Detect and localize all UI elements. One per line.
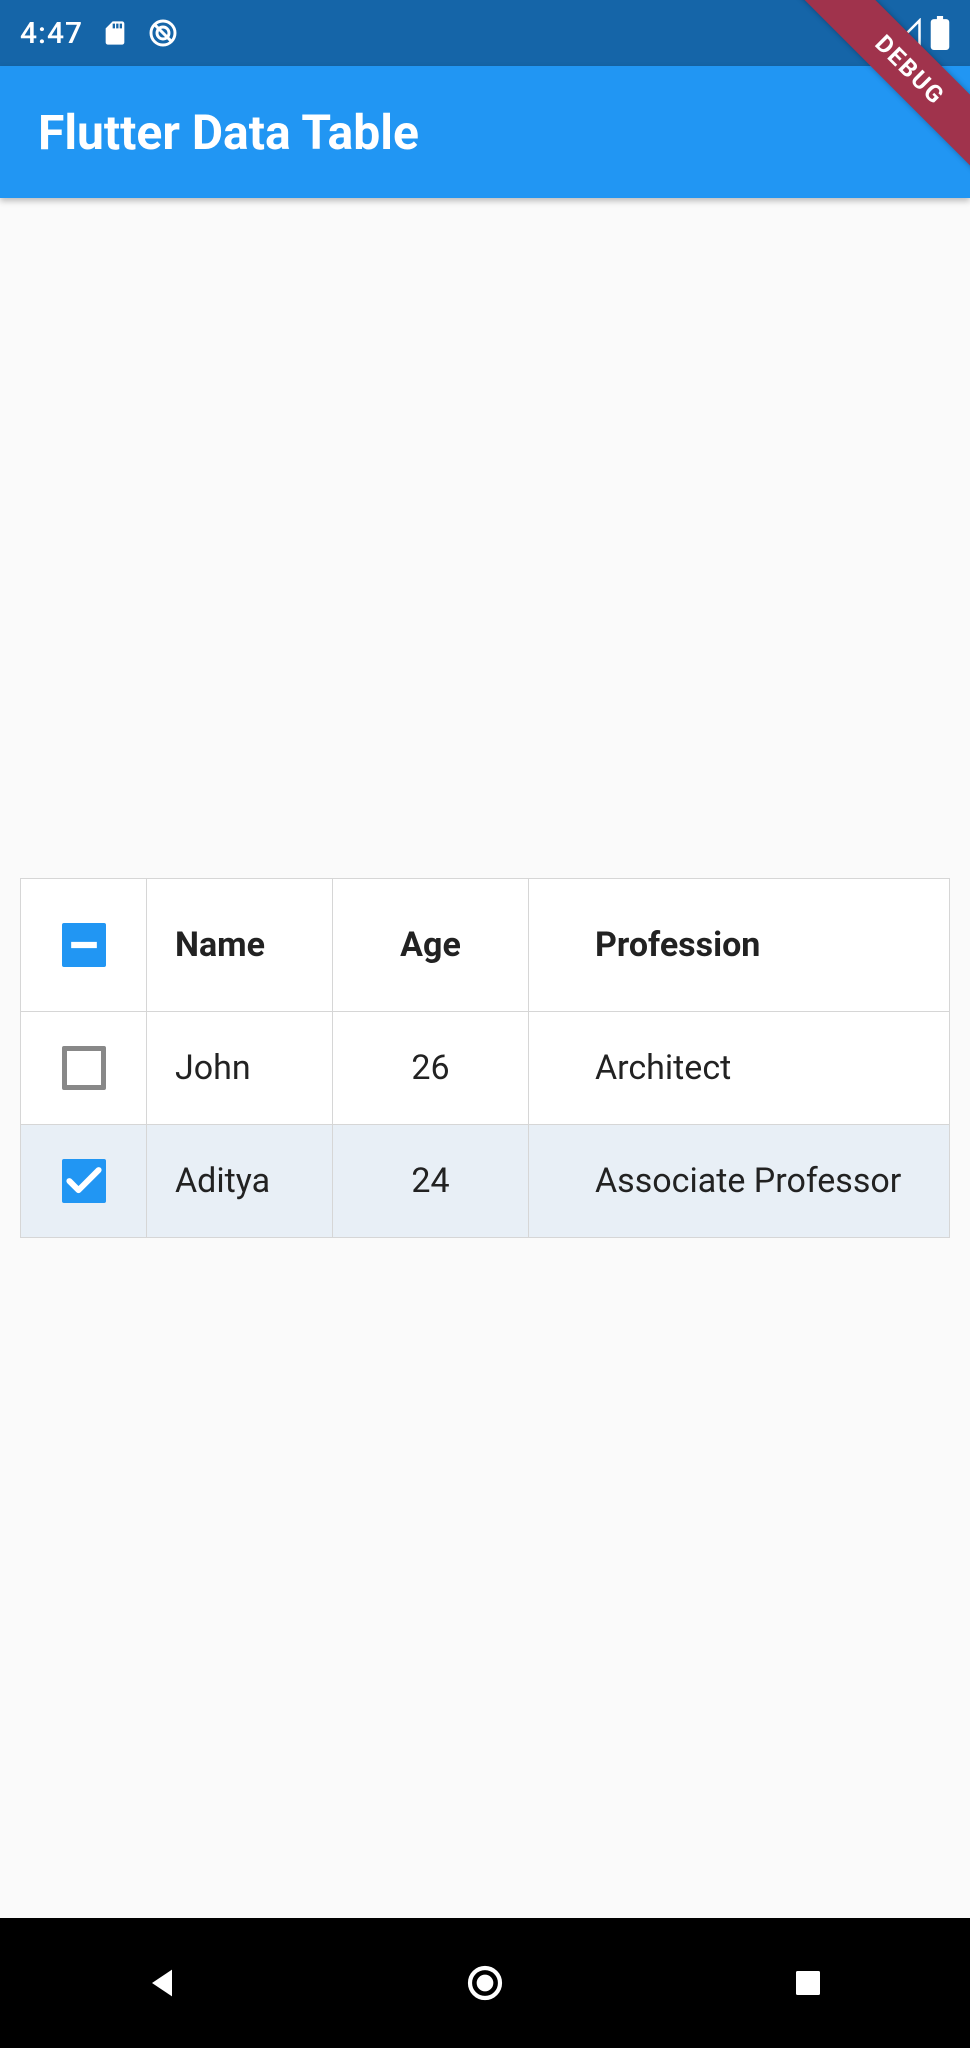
row-name-value: Aditya — [175, 1161, 270, 1201]
row-profession-value: Associate Professor — [595, 1161, 901, 1201]
checkbox-indeterminate-icon — [62, 923, 106, 967]
row-age-value: 24 — [411, 1161, 449, 1201]
table-row[interactable]: John 26 Architect — [21, 1011, 949, 1124]
row-profession-value: Architect — [595, 1048, 731, 1088]
nav-back-button[interactable] — [137, 1958, 187, 2008]
row-age-cell: 24 — [333, 1125, 529, 1237]
sd-card-icon — [101, 17, 129, 49]
battery-icon — [930, 16, 950, 50]
row-age-cell: 26 — [333, 1012, 529, 1124]
row-name-cell: John — [147, 1012, 333, 1124]
header-age-label: Age — [400, 925, 461, 965]
table-row[interactable]: Aditya 24 Associate Professor — [21, 1124, 949, 1237]
main-content: Name Age Profession John 26 — [0, 198, 970, 1918]
row-checkbox-cell[interactable] — [21, 1125, 147, 1237]
header-name[interactable]: Name — [147, 879, 333, 1011]
app-title: Flutter Data Table — [38, 104, 419, 161]
status-time: 4:47 — [20, 16, 83, 51]
header-name-label: Name — [175, 925, 265, 965]
header-profession[interactable]: Profession — [529, 879, 949, 1011]
row-profession-cell: Associate Professor — [529, 1125, 949, 1237]
row-age-value: 26 — [411, 1048, 449, 1088]
table-header-row: Name Age Profession — [21, 879, 949, 1011]
row-profession-cell: Architect — [529, 1012, 949, 1124]
header-profession-label: Profession — [595, 925, 760, 965]
checkbox-checked-icon — [62, 1159, 106, 1203]
do-not-disturb-icon — [147, 17, 179, 49]
header-age[interactable]: Age — [333, 879, 529, 1011]
checkbox-unchecked-icon — [62, 1046, 106, 1090]
row-name-cell: Aditya — [147, 1125, 333, 1237]
nav-recent-button[interactable] — [783, 1958, 833, 2008]
row-checkbox-cell[interactable] — [21, 1012, 147, 1124]
data-table: Name Age Profession John 26 — [20, 878, 950, 1238]
android-nav-bar — [0, 1918, 970, 2048]
nav-home-button[interactable] — [460, 1958, 510, 2008]
select-all-cell[interactable] — [21, 879, 147, 1011]
row-name-value: John — [175, 1048, 251, 1088]
app-bar: Flutter Data Table — [0, 66, 970, 198]
